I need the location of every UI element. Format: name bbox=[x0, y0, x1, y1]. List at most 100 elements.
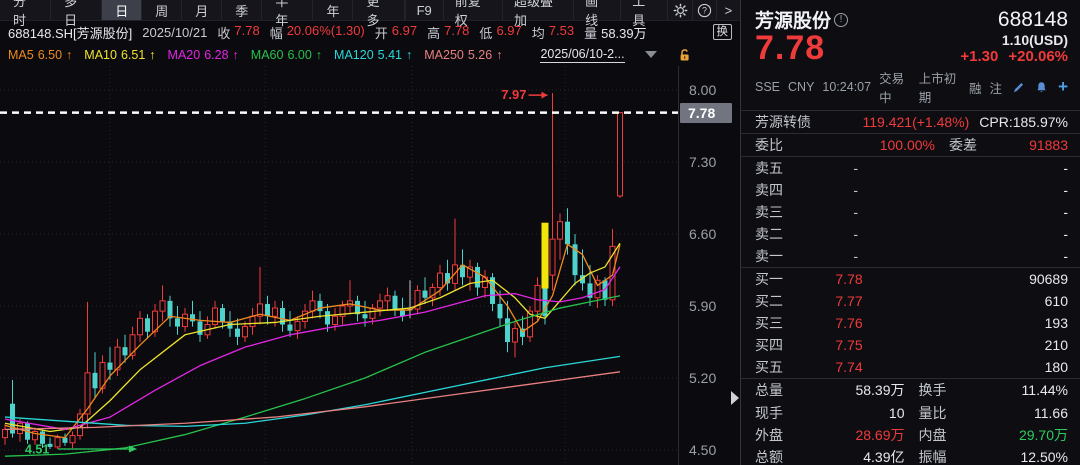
convertible-bond-row[interactable]: 芳源转债 119.421(+1.48%) CPR:185.97% bbox=[741, 111, 1080, 133]
weibi-row: 委比 100.00% 委差 91883 bbox=[741, 134, 1080, 156]
switch-button[interactable]: 换 bbox=[712, 24, 732, 40]
tab-duori[interactable]: 多日 bbox=[51, 0, 103, 28]
buy5-label: 买五 bbox=[755, 359, 783, 375]
volume-ratio-value: 11.66 bbox=[1034, 404, 1068, 421]
candlestick-chart[interactable]: 7.97 4.51 bbox=[0, 66, 678, 465]
trading-terminal-window: 分时 多日 日 周 月 季 半年 年 更多 F9 前复权 超级叠加 画线 工具 bbox=[0, 0, 1080, 465]
avg-label: 均 bbox=[531, 25, 545, 41]
buy-row-4[interactable]: 买四 7.75 210 bbox=[741, 334, 1080, 356]
sell5-label: 卖五 bbox=[755, 160, 783, 176]
ma250-value: 5.26 bbox=[467, 47, 493, 62]
alert-bell-icon[interactable] bbox=[1035, 81, 1048, 94]
weicha-label: 委差 bbox=[949, 137, 977, 153]
total-amount-label: 总额 bbox=[755, 449, 783, 465]
axis-tick-label: 7.30 bbox=[689, 154, 717, 170]
tab-more[interactable]: 更多 bbox=[353, 0, 405, 28]
buy-row-5[interactable]: 买五 7.74 180 bbox=[741, 356, 1080, 378]
sell2-volume: - bbox=[1063, 226, 1068, 242]
ma5-label: MA5 bbox=[8, 47, 34, 62]
f9-button[interactable]: F9 bbox=[404, 0, 443, 20]
buy5-volume: 180 bbox=[1044, 359, 1068, 375]
ma120-up-arrow-icon: ↑ bbox=[406, 47, 413, 62]
buy-row-2[interactable]: 买二 7.77 610 bbox=[741, 290, 1080, 312]
svg-text:?: ? bbox=[702, 5, 707, 15]
axis-tick-label: 6.60 bbox=[689, 226, 717, 242]
chevron-down-icon[interactable] bbox=[644, 51, 657, 58]
total-volume-value: 58.39万 bbox=[855, 382, 905, 399]
toolbar-chevron-right-icon[interactable]: > bbox=[715, 0, 740, 20]
stats-row-volume: 总量 58.39万 换手 11.44% bbox=[741, 379, 1080, 401]
edit-pencil-icon[interactable] bbox=[1012, 81, 1025, 94]
gear-icon[interactable] bbox=[667, 0, 691, 20]
sell1-price: - bbox=[853, 248, 858, 264]
price-change-pct: +20.06% bbox=[1008, 48, 1068, 65]
tools-button[interactable]: 工具 bbox=[620, 0, 667, 28]
price-change: +1.30 bbox=[960, 48, 999, 65]
avg-value: 7.53 bbox=[548, 22, 575, 38]
sell-row-3[interactable]: 卖三 - - bbox=[741, 201, 1080, 223]
help-icon[interactable]: ? bbox=[691, 0, 716, 20]
ma5-value: 6.50 bbox=[37, 47, 63, 62]
tab-quarterly[interactable]: 季 bbox=[222, 0, 263, 20]
volume-value: 58.39万 bbox=[601, 25, 647, 41]
symbol-label: 688148.SH[芳源股份] bbox=[8, 25, 133, 41]
ma20-value: 6.28 bbox=[204, 47, 229, 62]
current-lot-value: 10 bbox=[888, 404, 905, 421]
buy5-price: 7.74 bbox=[835, 359, 863, 375]
sell2-label: 卖二 bbox=[755, 226, 783, 242]
change-value: 20.06%(1.30) bbox=[286, 22, 365, 38]
ma250-label: MA250 bbox=[424, 47, 464, 62]
chart-pane: 分时 多日 日 周 月 季 半年 年 更多 F9 前复权 超级叠加 画线 工具 bbox=[0, 0, 740, 465]
sell3-label: 卖三 bbox=[755, 204, 783, 220]
ma10-up-arrow-icon: ↑ bbox=[149, 47, 156, 62]
tab-fenshi[interactable]: 分时 bbox=[0, 0, 52, 28]
unlock-icon[interactable] bbox=[679, 48, 692, 62]
currency-label: CNY bbox=[788, 80, 815, 94]
sell-row-1[interactable]: 卖一 - - bbox=[741, 245, 1080, 267]
buy4-label: 买四 bbox=[755, 337, 783, 353]
draw-line-button[interactable]: 画线 bbox=[573, 0, 620, 28]
axis-tick-label: 5.20 bbox=[689, 370, 717, 386]
info-circle-icon[interactable]: ! bbox=[834, 12, 849, 27]
tab-weekly[interactable]: 周 bbox=[142, 0, 183, 20]
tab-halfyear[interactable]: 半年 bbox=[262, 0, 314, 28]
inner-volume-value: 29.70万 bbox=[1018, 426, 1068, 443]
buy1-volume: 90689 bbox=[1029, 271, 1068, 287]
axis-tick-label: 4.50 bbox=[689, 442, 717, 458]
note-tag[interactable]: 注 bbox=[990, 78, 1003, 97]
tab-daily[interactable]: 日 bbox=[102, 0, 143, 20]
exchange-label: SSE bbox=[755, 80, 781, 94]
turnover-rate-value: 11.44% bbox=[1021, 382, 1068, 399]
add-to-watchlist-icon[interactable]: + bbox=[1058, 78, 1068, 95]
last-price: 7.78 bbox=[755, 29, 826, 67]
sell-row-5[interactable]: 卖五 - - bbox=[741, 157, 1080, 179]
sell1-volume: - bbox=[1063, 248, 1068, 264]
open-value: 6.97 bbox=[391, 22, 418, 38]
buy-row-3[interactable]: 买三 7.76 193 bbox=[741, 312, 1080, 334]
margin-tag[interactable]: 融 bbox=[969, 78, 982, 97]
buy2-volume: 610 bbox=[1044, 293, 1068, 309]
usd-price: 1.10(USD) bbox=[1001, 32, 1068, 48]
tab-monthly[interactable]: 月 bbox=[182, 0, 223, 20]
panel-collapse-handle[interactable] bbox=[731, 391, 739, 405]
date-range-selector[interactable]: 2025/06/10-2... bbox=[540, 47, 625, 63]
close-value: 7.78 bbox=[234, 22, 260, 38]
sell4-price: - bbox=[853, 182, 858, 198]
stats-row-lot: 现手 10 量比 11.66 bbox=[741, 401, 1080, 423]
buy-row-1[interactable]: 买一 7.78 90689 bbox=[741, 268, 1080, 290]
sell4-label: 卖四 bbox=[755, 182, 783, 198]
sell3-price: - bbox=[853, 204, 858, 220]
total-volume-label: 总量 bbox=[755, 382, 783, 399]
ma-legend-bar: MA5 6.50 ↑ MA10 6.51 ↑ MA20 6.28 ↑ MA60 6.00 ↑ M… bbox=[0, 43, 740, 66]
tab-yearly[interactable]: 年 bbox=[313, 0, 354, 20]
total-amount-value: 4.39亿 bbox=[863, 449, 905, 465]
forward-adjust-button[interactable]: 前复权 bbox=[442, 0, 502, 28]
chart-region: 7.97 4.51 8.00 7.30 6.60 5.90 5.20 4.50 7.78 bbox=[0, 66, 740, 465]
sell1-label: 卖一 bbox=[755, 248, 783, 264]
sell-row-2[interactable]: 卖二 - - bbox=[741, 223, 1080, 245]
sell-row-4[interactable]: 卖四 - - bbox=[741, 179, 1080, 201]
axis-tick-label: 5.90 bbox=[689, 298, 717, 314]
super-overlay-button[interactable]: 超级叠加 bbox=[501, 0, 573, 28]
weicha-value: 91883 bbox=[1029, 137, 1068, 153]
sell2-price: - bbox=[853, 226, 858, 242]
